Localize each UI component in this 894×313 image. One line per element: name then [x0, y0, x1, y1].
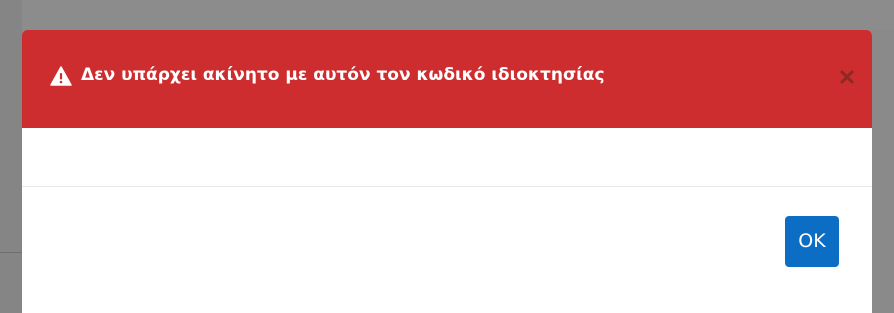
- backdrop-divider: [0, 252, 22, 253]
- dialog-footer: OK: [22, 187, 872, 313]
- dialog-header: Δεν υπάρχει ακίνητο με αυτόν τον κωδικό …: [22, 30, 872, 128]
- dialog-title: Δεν υπάρχει ακίνητο με αυτόν τον κωδικό …: [81, 65, 605, 85]
- close-icon: [836, 66, 858, 88]
- backdrop: [0, 0, 894, 30]
- warning-triangle-icon: [50, 66, 72, 86]
- alert-dialog: Δεν υπάρχει ακίνητο με αυτόν τον κωδικό …: [22, 30, 872, 313]
- dialog-body: [22, 128, 872, 186]
- backdrop-left: [0, 0, 22, 313]
- close-button[interactable]: [836, 66, 858, 88]
- ok-button[interactable]: OK: [785, 216, 839, 267]
